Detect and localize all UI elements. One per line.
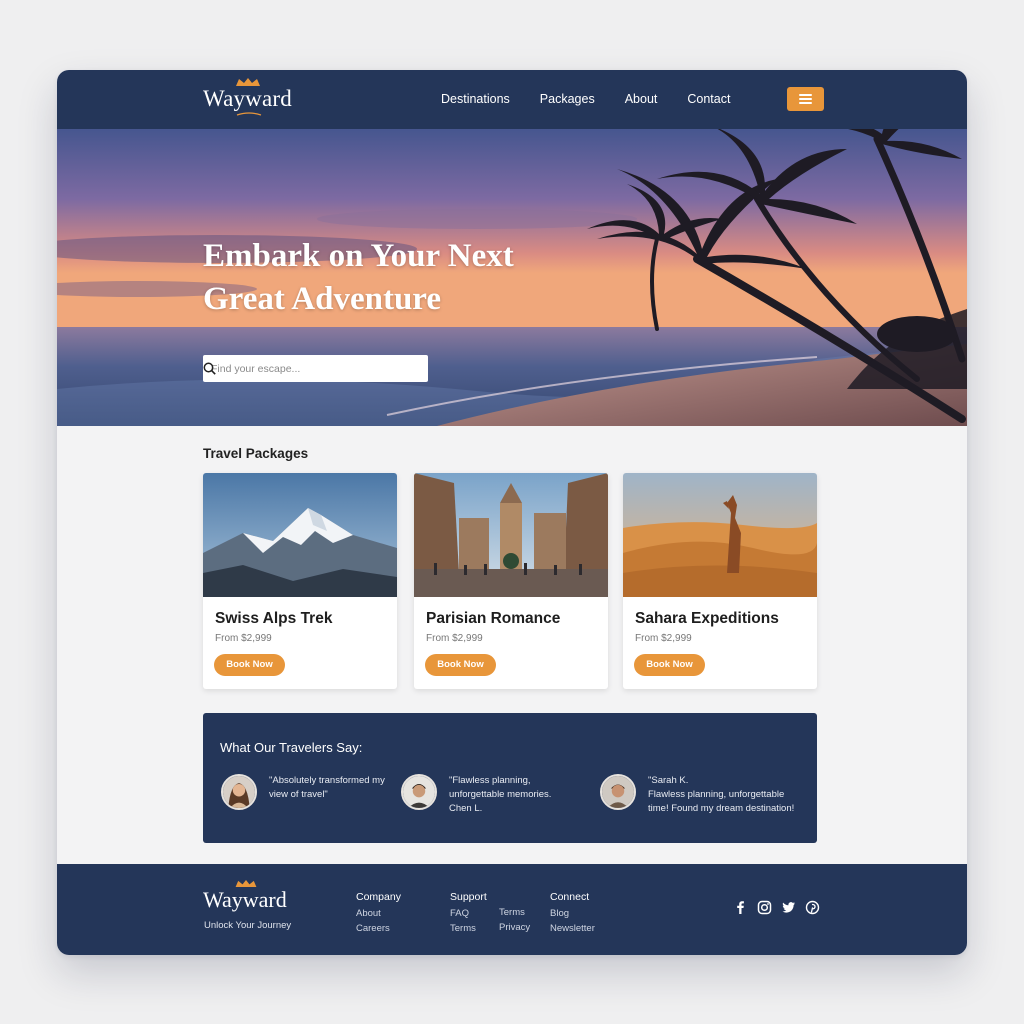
avatar bbox=[401, 774, 437, 810]
package-title: Sahara Expeditions bbox=[635, 610, 779, 627]
book-now-button[interactable]: Book Now bbox=[214, 654, 285, 676]
footer-col-company: Company About Careers bbox=[356, 891, 401, 938]
footer-col-connect: Connect Blog Newsletter bbox=[550, 891, 595, 938]
footer-logo-text: Wayward bbox=[203, 887, 287, 912]
testimonials-panel: What Our Travelers Say: "Absolutely tran… bbox=[203, 713, 817, 843]
testimonial-quote: "Absolutely transformed my view of trave… bbox=[269, 774, 399, 802]
package-price: From $2,999 bbox=[635, 633, 692, 644]
footer-link-newsletter[interactable]: Newsletter bbox=[550, 923, 595, 934]
footer-link-careers[interactable]: Careers bbox=[356, 923, 401, 934]
hamburger-icon[interactable] bbox=[787, 87, 824, 111]
footer-logo[interactable]: Wayward bbox=[203, 880, 287, 913]
facebook-icon[interactable] bbox=[733, 900, 748, 915]
packages-heading: Travel Packages bbox=[203, 446, 309, 461]
package-title: Parisian Romance bbox=[426, 610, 561, 627]
social-links bbox=[733, 900, 820, 915]
package-card-sahara-expeditions[interactable]: Sahara Expeditions From $2,999 Book Now bbox=[623, 473, 817, 689]
twitter-icon[interactable] bbox=[781, 900, 796, 915]
package-price: From $2,999 bbox=[426, 633, 483, 644]
nav-link-contact[interactable]: Contact bbox=[687, 92, 730, 106]
footer-link-blog[interactable]: Blog bbox=[550, 908, 595, 919]
hero-title: Embark on Your Next Great Adventure bbox=[203, 235, 623, 321]
app-window: Wayward Destinations Packages About Cont… bbox=[57, 70, 967, 955]
avatar bbox=[600, 774, 636, 810]
nav-link-destinations[interactable]: Destinations bbox=[441, 92, 510, 106]
footer-link-terms[interactable]: Terms bbox=[499, 907, 530, 918]
search-input[interactable] bbox=[203, 355, 393, 382]
swoosh-icon bbox=[236, 112, 262, 116]
footer-link-privacy[interactable]: Privacy bbox=[499, 922, 530, 933]
package-title: Swiss Alps Trek bbox=[215, 610, 333, 627]
search-icon[interactable] bbox=[203, 362, 216, 375]
footer-tagline: Unlock Your Journey bbox=[204, 920, 292, 931]
pinterest-icon[interactable] bbox=[805, 900, 820, 915]
search-box[interactable] bbox=[203, 355, 428, 382]
crown-icon bbox=[235, 880, 257, 887]
book-now-button[interactable]: Book Now bbox=[425, 654, 496, 676]
package-card-parisian-romance[interactable]: Parisian Romance From $2,999 Book Now bbox=[414, 473, 608, 689]
book-now-button[interactable]: Book Now bbox=[634, 654, 705, 676]
hero-title-line-2: Great Adventure bbox=[203, 281, 442, 317]
top-nav: Wayward Destinations Packages About Cont… bbox=[57, 70, 967, 129]
footer-col-heading: Company bbox=[356, 891, 401, 903]
footer-col-legal: Terms Privacy bbox=[499, 907, 530, 937]
logo[interactable]: Wayward bbox=[203, 78, 292, 116]
testimonials-heading: What Our Travelers Say: bbox=[220, 740, 363, 755]
footer-link-faq[interactable]: FAQ bbox=[450, 908, 487, 919]
crown-icon bbox=[236, 78, 260, 86]
hero-banner: Embark on Your Next Great Adventure bbox=[57, 129, 967, 426]
quote-text: "Absolutely transformed my view of trave… bbox=[269, 775, 385, 800]
testimonial-author: Chen L. bbox=[449, 803, 483, 814]
testimonial-quote: "Flawless planning, unforgettable memori… bbox=[449, 774, 579, 816]
footer: Wayward Unlock Your Journey Company Abou… bbox=[57, 864, 967, 955]
city-photo bbox=[414, 473, 608, 597]
nav-links: Destinations Packages About Contact bbox=[441, 92, 730, 106]
desert-photo bbox=[623, 473, 817, 597]
footer-col-heading: Support bbox=[450, 891, 487, 903]
logo-text: Wayward bbox=[203, 86, 292, 111]
instagram-icon[interactable] bbox=[757, 900, 772, 915]
quote-text: "Flawless planning, unforgettable memori… bbox=[449, 775, 552, 800]
avatar bbox=[221, 774, 257, 810]
package-card-swiss-alps[interactable]: Swiss Alps Trek From $2,999 Book Now bbox=[203, 473, 397, 689]
package-price: From $2,999 bbox=[215, 633, 272, 644]
hero-title-line-1: Embark on Your Next bbox=[203, 238, 514, 274]
quote-text: Flawless planning, unforgettable time! F… bbox=[648, 789, 795, 814]
footer-link-about[interactable]: About bbox=[356, 908, 401, 919]
nav-link-about[interactable]: About bbox=[625, 92, 658, 106]
footer-col-support: Support FAQ Terms bbox=[450, 891, 487, 938]
footer-link-terms[interactable]: Terms bbox=[450, 923, 487, 934]
mountain-photo bbox=[203, 473, 397, 597]
testimonial-author: "Sarah K. bbox=[648, 775, 689, 786]
nav-link-packages[interactable]: Packages bbox=[540, 92, 595, 106]
testimonial-quote: "Sarah K. Flawless planning, unforgettab… bbox=[648, 774, 798, 816]
footer-col-heading: Connect bbox=[550, 891, 590, 903]
